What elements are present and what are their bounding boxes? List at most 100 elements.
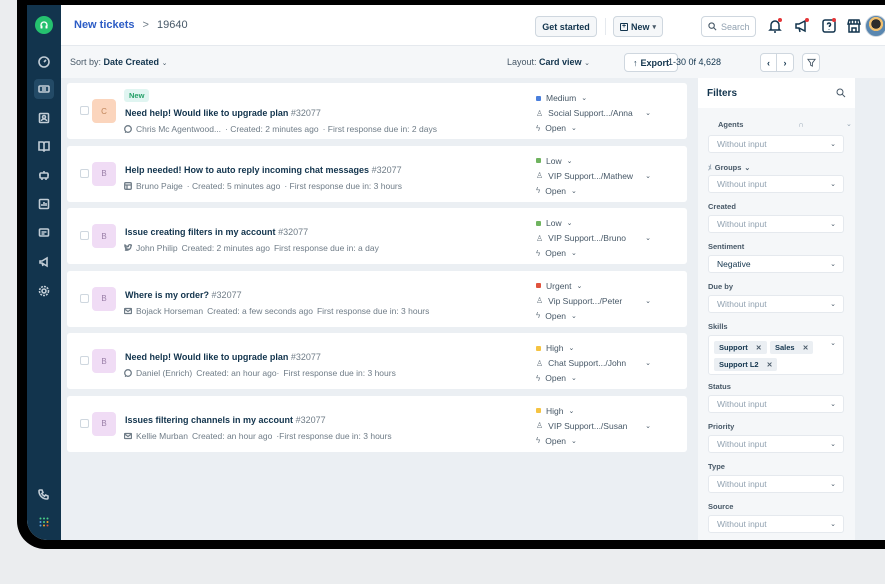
status-dropdown[interactable]: ϟ Open ⌄: [536, 248, 577, 258]
created-select[interactable]: Without input ⌄: [708, 215, 844, 233]
layout-dropdown[interactable]: Layout: Card view ⌄: [507, 57, 590, 67]
chat-icon[interactable]: [34, 223, 54, 243]
requester-name[interactable]: Kellie Murban: [136, 431, 188, 441]
ticket-card[interactable]: B Help needed! How to auto reply incomin…: [67, 145, 687, 202]
group-agent-dropdown[interactable]: ♙ VIP Support.../Mathew ⌄: [536, 171, 651, 181]
remove-chip-icon[interactable]: ✕: [803, 344, 809, 352]
ticket-card[interactable]: B Issue creating filters in my account #…: [67, 208, 687, 264]
priority-dropdown[interactable]: High ⌄: [536, 343, 574, 353]
agents-select[interactable]: Without input ⌄: [708, 135, 844, 153]
settings-icon[interactable]: [34, 281, 54, 301]
status-dropdown[interactable]: ϟ Open ⌄: [536, 186, 577, 196]
source-value: Without input: [717, 519, 767, 529]
ticket-number: #32077: [290, 108, 321, 118]
breadcrumb-parent-link[interactable]: New tickets: [74, 19, 135, 31]
user-avatar[interactable]: [865, 15, 885, 37]
priority-dot: [536, 283, 541, 288]
get-started-button[interactable]: Get started: [535, 16, 597, 37]
ticket-subject-link[interactable]: Issues filtering channels in my account …: [125, 415, 326, 425]
priority-dropdown[interactable]: Low ⌄: [536, 218, 572, 228]
campaigns-icon[interactable]: [34, 252, 54, 272]
ticket-subject-link[interactable]: Need help! Would like to upgrade plan #3…: [125, 108, 321, 118]
ticket-subject-link[interactable]: Help needed! How to auto reply incoming …: [125, 165, 402, 175]
due-by-select[interactable]: Without input ⌄: [708, 295, 844, 313]
solutions-icon[interactable]: [34, 136, 54, 156]
requester-name[interactable]: Daniel (Enrich): [136, 368, 192, 378]
skills-multiselect[interactable]: Support ✕ Sales ✕ Support L2 ✕ ⌄: [708, 335, 844, 375]
megaphone-icon[interactable]: [794, 18, 810, 34]
status-select[interactable]: Without input ⌄: [708, 395, 844, 413]
contacts-icon[interactable]: [34, 108, 54, 128]
ticket-checkbox[interactable]: [80, 168, 89, 178]
chevron-down-icon: ⌄: [571, 187, 577, 195]
ticket-card[interactable]: B Need help! Would like to upgrade plan …: [67, 333, 687, 389]
sentiment-select[interactable]: Negative ⌄: [708, 255, 844, 273]
sort-dropdown[interactable]: Sort by: Date Created ⌄: [70, 57, 167, 67]
group-agent-value: VIP Support.../Mathew: [548, 170, 634, 181]
priority-dropdown[interactable]: Medium ⌄: [536, 93, 587, 103]
status-dropdown[interactable]: ϟ Open ⌄: [536, 436, 577, 446]
notification-dot: [778, 18, 782, 22]
ticket-meta: Bojack Horseman Created: a few seconds a…: [124, 306, 429, 316]
chevron-down-icon: ⌄: [645, 297, 651, 305]
ticket-subject: Help needed! How to auto reply incoming …: [125, 164, 370, 175]
requester-name[interactable]: Bruno Paige: [136, 181, 183, 191]
ticket-subject-link[interactable]: Where is my order? #32077: [125, 290, 242, 300]
requester-avatar: B: [92, 411, 116, 436]
next-page-button[interactable]: ›: [777, 53, 794, 72]
logo-icon[interactable]: [35, 16, 53, 34]
ticket-subject-link[interactable]: Issue creating filters in my account #32…: [125, 227, 308, 237]
tickets-icon[interactable]: [34, 79, 54, 99]
group-agent-dropdown[interactable]: ♙ Chat Support.../John ⌄: [536, 358, 651, 368]
bell-icon[interactable]: [767, 18, 783, 34]
status-dropdown[interactable]: ϟ Open ⌄: [536, 373, 577, 383]
requester-name[interactable]: Chris Mc Agentwood...: [136, 124, 221, 134]
status-dropdown[interactable]: ϟ Open ⌄: [536, 311, 577, 321]
group-agent-dropdown[interactable]: ♙ Vip Support.../Peter ⌄: [536, 296, 651, 306]
requester-name[interactable]: Bojack Horseman: [136, 306, 203, 316]
groups-label[interactable]: ﾒ Groups ⌄: [708, 162, 750, 173]
ticket-checkbox[interactable]: [80, 418, 89, 428]
new-button[interactable]: + New ▾: [613, 16, 663, 37]
help-icon[interactable]: [821, 18, 837, 34]
source-select[interactable]: Without input ⌄: [708, 515, 844, 533]
group-agent-dropdown[interactable]: ♙ VIP Support.../Bruno ⌄: [536, 233, 651, 243]
status-icon: ϟ: [536, 373, 541, 383]
priority-dropdown[interactable]: Low ⌄: [536, 156, 572, 166]
first-response-due: · First response due in: 2 days: [322, 124, 437, 134]
prev-page-button[interactable]: ‹: [760, 53, 777, 72]
agents-label-text: Agents: [718, 120, 744, 129]
remove-chip-icon[interactable]: ✕: [767, 361, 773, 369]
ticket-card[interactable]: C New Need help! Would like to upgrade p…: [67, 83, 687, 139]
status-dropdown[interactable]: ϟ Open ⌄: [536, 123, 577, 133]
group-agent-dropdown[interactable]: ♙ Social Support.../Anna ⌄: [536, 108, 651, 118]
chevron-down-icon: ⌄: [645, 422, 651, 430]
search-input[interactable]: Search: [701, 16, 756, 37]
search-placeholder: Search: [721, 21, 750, 32]
type-select[interactable]: Without input ⌄: [708, 475, 844, 493]
dashboard-icon[interactable]: [34, 52, 54, 72]
requester-name[interactable]: John Philip: [136, 243, 178, 253]
ticket-checkbox[interactable]: [80, 293, 89, 303]
status-value: Open: [545, 185, 567, 196]
analytics-icon[interactable]: [34, 194, 54, 214]
remove-chip-icon[interactable]: ✕: [756, 344, 762, 352]
store-icon[interactable]: [846, 18, 862, 34]
priority-dropdown[interactable]: Urgent ⌄: [536, 281, 582, 291]
chevron-down-icon: ⌄: [571, 437, 577, 445]
ticket-checkbox[interactable]: [80, 106, 89, 115]
group-agent-dropdown[interactable]: ♙ VIP Support.../Susan ⌄: [536, 421, 651, 431]
ticket-checkbox[interactable]: [80, 356, 89, 365]
ticket-subject-link[interactable]: Need help! Would like to upgrade plan #3…: [125, 352, 321, 362]
apps-grid-icon[interactable]: [34, 512, 54, 532]
search-icon[interactable]: [836, 88, 846, 98]
ticket-card[interactable]: B Issues filtering channels in my accoun…: [67, 395, 687, 452]
bots-icon[interactable]: [34, 165, 54, 185]
priority-dropdown[interactable]: High ⌄: [536, 406, 574, 416]
ticket-card[interactable]: B Where is my order? #32077 Bojack Horse…: [67, 270, 687, 327]
ticket-checkbox[interactable]: [80, 231, 89, 240]
filter-toggle-button[interactable]: [802, 53, 820, 72]
groups-select[interactable]: Without input ⌄: [708, 175, 844, 193]
priority-select[interactable]: Without input ⌄: [708, 435, 844, 453]
phone-icon[interactable]: [34, 484, 54, 504]
